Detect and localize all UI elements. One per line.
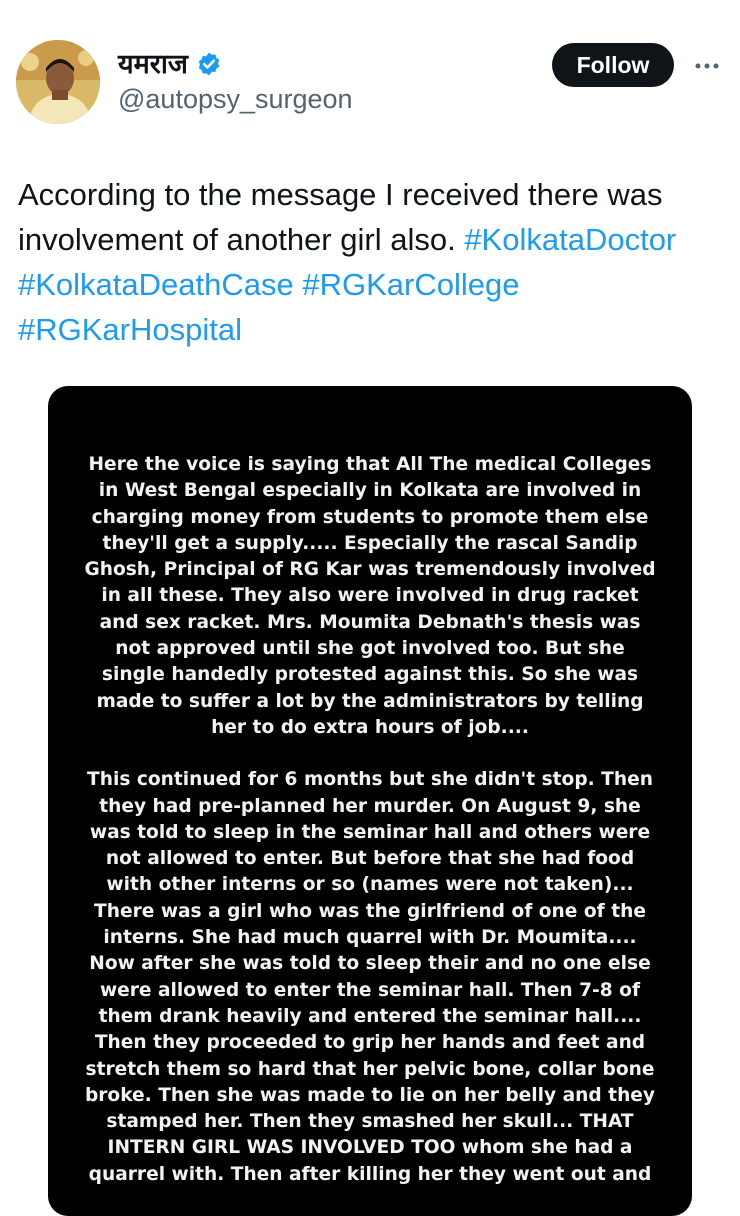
story-line: with other interns or so (names were not…	[106, 874, 634, 896]
story-line: interns. She had much quarrel with Dr. M…	[103, 927, 637, 949]
story-line: they had pre-planned her murder. On Augu…	[99, 795, 641, 817]
story-line: broke. Then she was made to lie on her b…	[84, 1084, 656, 1106]
story-line: not allowed to enter. But before that sh…	[105, 848, 635, 870]
story-line: Now after she was told to sleep their an…	[89, 953, 651, 975]
user-handle[interactable]: @autopsy_surgeon	[118, 84, 353, 115]
story-line: INTERN GIRL WAS INVOLVED TOO whom she ha…	[107, 1137, 633, 1159]
story-line: they'll get a supply..... Especially the…	[102, 532, 638, 554]
hashtag-link[interactable]: #RGKarCollege	[302, 267, 519, 302]
story-line: her to do extra hours of job....	[211, 716, 529, 738]
hashtag-link[interactable]: #KolkataDeathCase	[18, 267, 294, 302]
avatar-photo	[16, 40, 100, 124]
story-line: Then they proceeded to grip her hands an…	[94, 1032, 646, 1054]
story-line: stretch them so hard that her pelvic bon…	[85, 1058, 655, 1080]
user-avatar[interactable]	[16, 40, 100, 124]
tweet-text: According to the message I received ther…	[18, 172, 728, 352]
story-line: quarrel with. Then after killing her the…	[88, 1163, 652, 1185]
story-line: Here the voice is saying that All The me…	[88, 454, 652, 475]
story-line: were allowed to enter the seminar hall. …	[99, 979, 641, 1001]
story-line: was told to sleep in the seminar hall an…	[89, 821, 651, 843]
story-line: in all these. They also were involved in…	[101, 585, 639, 607]
display-name[interactable]: यमराज	[118, 51, 188, 78]
story-line: Ghosh, Principal of RG Kar was tremendou…	[84, 559, 656, 581]
story-line: charging money from students to promote …	[91, 506, 649, 528]
story-line: There was a girl who was the girlfriend …	[94, 900, 646, 922]
story-line: and sex racket. Mrs. Moumita Debnath's t…	[99, 611, 641, 633]
name-row: यमराज	[118, 44, 222, 84]
story-line: them drank heavily and entered the semin…	[98, 1005, 642, 1027]
tweet-header: यमराज @autopsy_surgeon Follow	[0, 0, 740, 140]
more-options-icon[interactable]	[692, 52, 722, 80]
story-line: This continued for 6 months but she didn…	[87, 769, 653, 791]
media-image[interactable]: Here the voice is saying that All The me…	[48, 386, 692, 1216]
story-line: single handedly protested against this. …	[101, 664, 639, 686]
story-line: in West Bengal especially in Kolkata are…	[98, 480, 642, 502]
story-line: made to suffer a lot by the administrato…	[96, 690, 644, 712]
follow-button[interactable]: Follow	[552, 43, 674, 87]
hashtag-link[interactable]: #RGKarHospital	[18, 312, 242, 347]
story-line: stamped her. Then they smashed her skull…	[106, 1111, 634, 1133]
story-line: not approved until she got involved too.…	[115, 638, 625, 660]
hashtag-link[interactable]: #KolkataDoctor	[464, 222, 676, 257]
story-text: Here the voice is saying that All The me…	[48, 452, 692, 1188]
verified-badge-icon	[198, 52, 220, 76]
